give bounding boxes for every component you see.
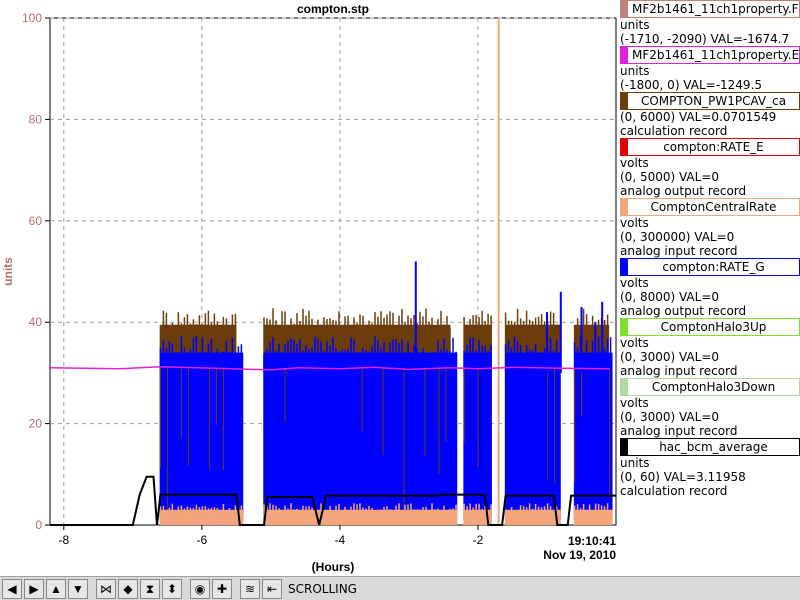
legend-entry[interactable]: ComptonHalo3Down volts (0, 3000) VAL=0 anal… [620, 378, 800, 438]
arrow-down-icon: ▼ [72, 581, 84, 596]
scroll-up-button[interactable]: ▲ [46, 578, 66, 599]
legend-series-name[interactable]: ComptonHalo3Down [620, 378, 800, 396]
scroll-mode-icon: ⇤ [266, 581, 278, 596]
x-axis-label: (Hours) [312, 560, 355, 574]
legend-detail: (0, 60) VAL=3.11958 [620, 470, 746, 484]
legend-series-name[interactable]: MF2b1461_11ch1property.F [620, 0, 800, 18]
legend-detail: volts [620, 216, 649, 230]
expand-vertical-button[interactable]: ⬍ [162, 578, 182, 599]
toolbar: ◀ ▶ ▲ ▼ ⋈ ◆ ⧗ ⬍ ◉ ✚ ≋ ⇤ SCROLLING [0, 576, 800, 600]
legend-detail: (0, 3000) VAL=0 [620, 350, 720, 364]
chart-title: compton.stp [297, 2, 369, 16]
series-streaks-2 [573, 336, 612, 520]
legend-entry[interactable]: ComptonCentralRate volts (0, 300000) VAL=0… [620, 198, 800, 258]
y-axis-label: units [1, 257, 15, 286]
expand-vertical-icon: ⬍ [166, 581, 178, 596]
scroll-right-button[interactable]: ▶ [24, 578, 44, 599]
time-label: 19:10:41 [568, 534, 616, 548]
x-tick-label: -8 [58, 533, 69, 547]
legend-series-name[interactable]: compton:RATE_G [620, 258, 800, 276]
legend-detail: analog output record [620, 304, 747, 318]
add-button[interactable]: ✚ [212, 578, 232, 599]
expand-horizontal-icon: ◆ [123, 581, 133, 596]
y-tick-label: 80 [29, 112, 43, 126]
legend-detail: (0, 8000) VAL=0 [620, 290, 720, 304]
y-tick-label: 40 [29, 315, 43, 329]
legend-series-name[interactable]: COMPTON_PW1PCAV_ca [620, 92, 800, 110]
legend-detail: (-1710, -2090) VAL=-1674.7 [620, 32, 790, 46]
autoscale-icon: ≋ [244, 581, 256, 596]
legend-detail: (0, 300000) VAL=0 [620, 230, 735, 244]
compress-vertical-icon: ⧗ [145, 581, 155, 596]
legend-detail: units [620, 18, 650, 32]
zoom-button[interactable]: ◉ [190, 578, 210, 599]
y-tick-label: 60 [29, 214, 43, 228]
legend-series-name[interactable]: compton:RATE_E [620, 138, 800, 156]
legend-detail: analog input record [620, 244, 738, 258]
target-icon: ◉ [194, 581, 206, 596]
legend-entry[interactable]: MF2b1461_11ch1property.E units (-1800, 0) … [620, 46, 800, 92]
legend-detail: volts [620, 156, 649, 170]
legend-detail: (-1800, 0) VAL=-1249.5 [620, 78, 763, 92]
y-tick-label: 0 [35, 518, 42, 532]
legend-series-name[interactable]: ComptonCentralRate [620, 198, 800, 216]
legend-entry[interactable]: COMPTON_PW1PCAV_ca (0, 6000) VAL=0.070154… [620, 92, 800, 138]
legend-detail: analog output record [620, 184, 747, 198]
scroll-mode-button[interactable]: ⇤ [262, 578, 282, 599]
autoscale-button[interactable]: ≋ [240, 578, 260, 599]
legend-detail: (0, 5000) VAL=0 [620, 170, 720, 184]
scroll-down-button[interactable]: ▼ [68, 578, 88, 599]
legend-entry[interactable]: ComptonHalo3Up volts (0, 3000) VAL=0 analog… [620, 318, 800, 378]
legend-detail: (0, 6000) VAL=0.0701549 [620, 110, 777, 124]
compress-horizontal-button[interactable]: ⋈ [96, 578, 116, 599]
legend-detail: calculation record [620, 124, 728, 138]
legend-series-name[interactable]: hac_bcm_average [620, 438, 800, 456]
legend-detail: volts [620, 276, 649, 290]
mode-label: SCROLLING [288, 581, 357, 596]
y-tick-label: 100 [22, 11, 42, 25]
legend-series-name[interactable]: ComptonHalo3Up [620, 318, 800, 336]
x-tick-label: -4 [335, 533, 346, 547]
date-label: Nov 19, 2010 [543, 548, 616, 562]
x-tick-label: -2 [473, 533, 484, 547]
legend-detail: units [620, 456, 650, 470]
legend-entry[interactable]: hac_bcm_average units (0, 60) VAL=3.11958 c… [620, 438, 800, 498]
legend-entry[interactable]: MF2b1461_11ch1property.F units (-1710, -20… [620, 0, 800, 46]
legend-detail: analog input record [620, 424, 738, 438]
legend-entry[interactable]: compton:RATE_G volts (0, 8000) VAL=0 analog… [620, 258, 800, 318]
legend-detail: calculation record [620, 484, 728, 498]
scroll-left-button[interactable]: ◀ [2, 578, 22, 599]
x-tick-label: -6 [197, 533, 208, 547]
legend-series-name[interactable]: MF2b1461_11ch1property.E [620, 46, 800, 64]
arrow-right-icon: ▶ [29, 581, 39, 596]
plus-icon: ✚ [216, 581, 228, 596]
compress-vertical-button[interactable]: ⧗ [140, 578, 160, 599]
expand-horizontal-button[interactable]: ◆ [118, 578, 138, 599]
legend-detail: volts [620, 396, 649, 410]
arrow-up-icon: ▲ [50, 581, 62, 596]
legend-detail: (0, 3000) VAL=0 [620, 410, 720, 424]
legend-entry[interactable]: compton:RATE_E volts (0, 5000) VAL=0 analog… [620, 138, 800, 198]
legend-detail: analog input record [620, 364, 738, 378]
compress-horizontal-icon: ⋈ [100, 581, 112, 596]
y-tick-label: 20 [29, 417, 43, 431]
legend: MF2b1461_11ch1property.F units (-1710, -20… [620, 0, 800, 498]
arrow-left-icon: ◀ [7, 581, 17, 596]
legend-detail: units [620, 64, 650, 78]
legend-detail: volts [620, 336, 649, 350]
